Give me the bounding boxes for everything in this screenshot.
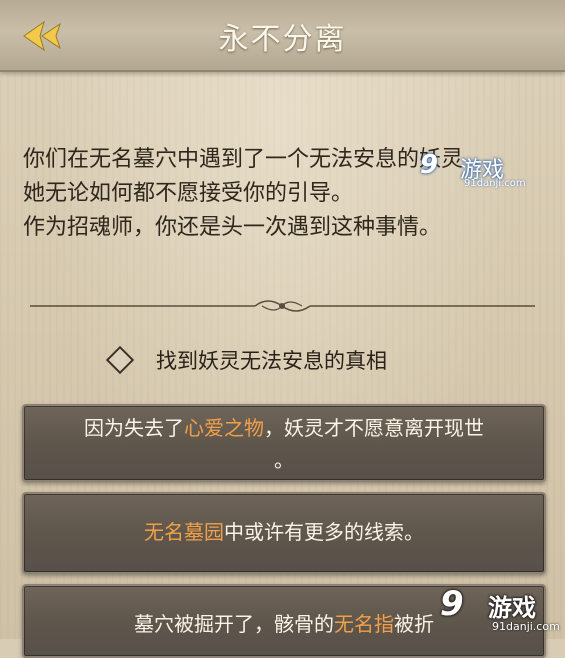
header-bar: 永不分离 <box>0 0 565 72</box>
option-text-part: ，妖灵才不愿意离开现世 <box>264 416 484 440</box>
quest-objective: 找到妖灵无法安息的真相 <box>105 343 387 377</box>
option-text: 无名墓园中或许有更多的线索。 <box>24 516 544 548</box>
option-highlight: 无名墓园 <box>144 520 224 544</box>
description-line: 作为招魂师，你还是头一次遇到这种事情。 <box>23 215 442 240</box>
choice-option[interactable]: 无名墓园中或许有更多的线索。 <box>22 492 546 574</box>
option-text-part: 因为失去了 <box>84 416 184 440</box>
ornamental-divider <box>30 300 535 312</box>
watermark-number: 9 <box>420 150 439 180</box>
option-text: 因为失去了心爱之物，妖灵才不愿意离开现世 <box>24 412 544 444</box>
choice-option[interactable]: 因为失去了心爱之物，妖灵才不愿意离开现世 。 <box>22 404 546 482</box>
page-title: 永不分离 <box>218 22 347 57</box>
quest-page: 永不分离 你们在无名墓穴中遇到了一个无法安息的妖灵 她无论如何都不愿接受你的引导… <box>0 0 565 658</box>
watermark-url: 91danji.com <box>464 178 526 189</box>
watermark-logo: 9 游戏 91danji.com <box>440 584 560 636</box>
watermark-url: 91danji.com <box>492 620 560 633</box>
option-text-part: 墓穴被掘开了，骸骨的 <box>134 612 334 636</box>
option-highlight: 无名指 <box>334 612 394 636</box>
option-highlight: 心爱之物 <box>184 416 264 440</box>
watermark-logo: 9 游戏 91danji.com <box>420 150 550 190</box>
option-text-part: 中或许有更多的线索。 <box>224 520 424 544</box>
watermark-number: 9 <box>440 584 464 624</box>
watermark-text: 游戏 <box>488 594 536 622</box>
option-text-line2: 。 <box>274 448 294 472</box>
objective-text: 找到妖灵无法安息的真相 <box>156 349 387 373</box>
diamond-icon <box>105 345 135 375</box>
option-text-part: 被折 <box>394 612 434 636</box>
